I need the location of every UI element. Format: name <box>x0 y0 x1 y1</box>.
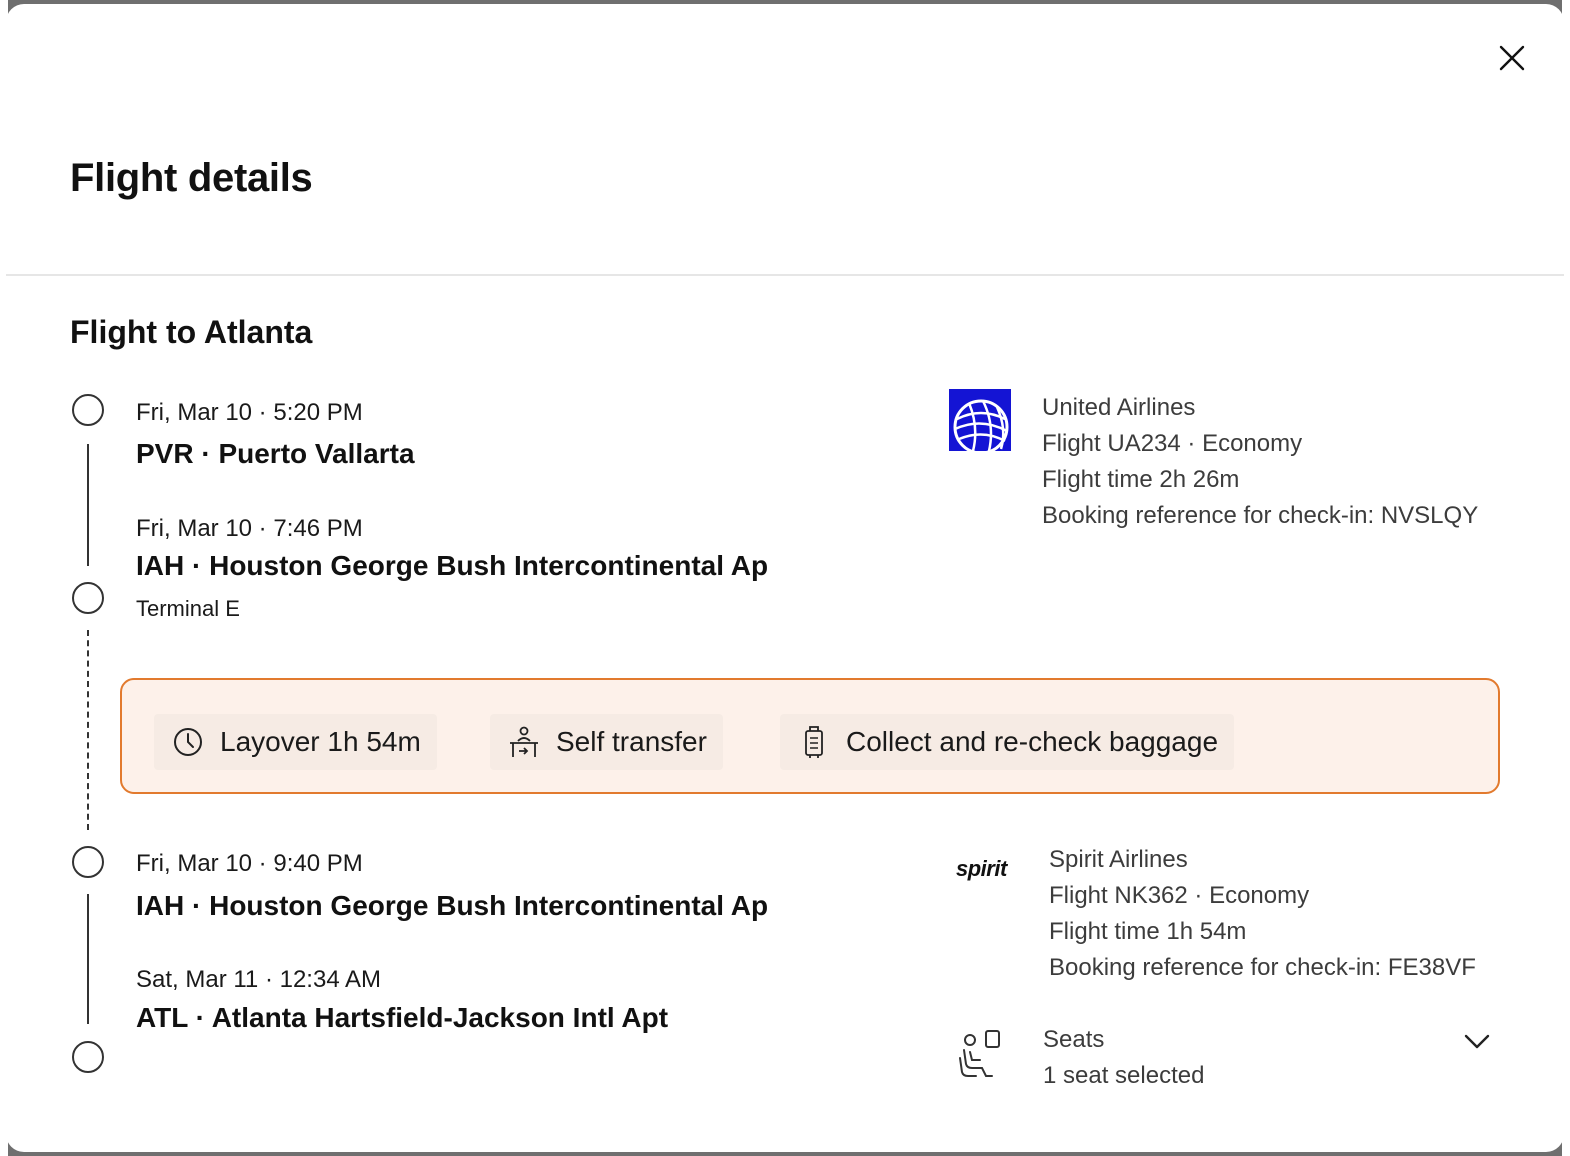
segment-2-arrival-airport: ATL · Atlanta Hartsfield-Jackson Intl Ap… <box>136 1002 669 1033</box>
self-transfer-chip: Self transfer <box>490 714 723 770</box>
clock-icon <box>170 724 206 760</box>
booking-reference: Booking reference for check-in: NVSLQY <box>1042 502 1479 529</box>
timeline-line <box>87 894 89 1024</box>
self-transfer-label: Self transfer <box>556 726 707 757</box>
segment-2-departure-date: Fri, Mar 10 · 9:40 PM <box>136 850 363 877</box>
flight-duration: Flight time 1h 54m <box>1049 918 1247 945</box>
segment-2-airline-info: Spirit Airlines Flight NK362 · Economy F… <box>1049 842 1476 986</box>
seat-icon <box>956 1028 1006 1080</box>
layover-info-box: Layover 1h 54m Self transfer Collect and… <box>120 678 1500 794</box>
flight-number-class: Flight UA234 · Economy <box>1042 430 1303 457</box>
booking-reference: Booking reference for check-in: FE38VF <box>1049 954 1476 981</box>
baggage-recheck-label: Collect and re-check baggage <box>846 726 1219 757</box>
segment-2-departure-airport: IAH · Houston George Bush Intercontinent… <box>136 890 769 921</box>
timeline-node-departure <box>72 394 104 426</box>
airline-name: Spirit Airlines <box>1049 846 1188 873</box>
seats-summary[interactable]: Seats 1 seat selected <box>1043 1022 1204 1094</box>
airline-name: United Airlines <box>1042 394 1196 421</box>
spirit-airlines-logo: spirit <box>956 856 1007 881</box>
luggage-icon <box>796 724 832 760</box>
transfer-person-icon <box>506 724 542 760</box>
modal-title: Flight details <box>70 156 313 200</box>
united-globe-icon <box>953 399 1009 451</box>
seats-expand-button[interactable] <box>1460 1026 1494 1056</box>
timeline-layover-line <box>87 630 89 830</box>
close-icon <box>1499 45 1525 71</box>
layover-duration-label: Layover 1h 54m <box>220 726 421 757</box>
flight-number-class: Flight NK362 · Economy <box>1049 882 1310 909</box>
segment-1-departure-date: Fri, Mar 10 · 5:20 PM <box>136 399 363 426</box>
modal-header: Flight details <box>6 4 1564 276</box>
segment-1-arrival-terminal: Terminal E <box>136 596 240 621</box>
timeline-node-arrival <box>72 582 104 614</box>
segment-1-arrival-date: Fri, Mar 10 · 7:46 PM <box>136 515 363 542</box>
segment-2-arrival-date: Sat, Mar 11 · 12:34 AM <box>136 966 382 993</box>
close-button[interactable] <box>1494 40 1530 76</box>
seats-title: Seats <box>1043 1026 1105 1053</box>
flight-duration: Flight time 2h 26m <box>1042 466 1240 493</box>
timeline-line <box>87 444 89 566</box>
timeline-node-departure <box>72 846 104 878</box>
seats-selected-count: 1 seat selected <box>1043 1062 1205 1089</box>
itinerary-title: Flight to Atlanta <box>70 314 313 350</box>
segment-1-airline-info: United Airlines Flight UA234 · Economy F… <box>1042 390 1478 534</box>
united-airlines-logo <box>949 389 1011 451</box>
baggage-recheck-chip: Collect and re-check baggage <box>780 714 1235 770</box>
segment-1-departure-airport: PVR · Puerto Vallarta <box>136 438 415 469</box>
segment-1-arrival-airport: IAH · Houston George Bush Intercontinent… <box>136 550 769 581</box>
layover-duration-chip: Layover 1h 54m <box>154 714 437 770</box>
timeline-node-arrival <box>72 1041 104 1073</box>
flight-details-modal: Flight details Flight to Atlanta Fri, Ma… <box>6 4 1564 1152</box>
chevron-down-icon <box>1464 1034 1490 1049</box>
